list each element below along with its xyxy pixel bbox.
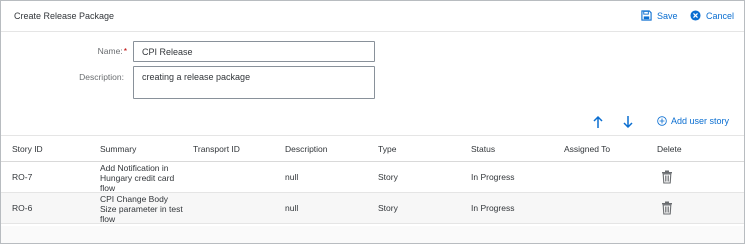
save-button[interactable]: Save xyxy=(641,10,678,21)
column-header-delete: Delete xyxy=(657,144,682,154)
trash-icon[interactable] xyxy=(661,170,673,184)
story-toolbar: Add user story xyxy=(1,111,744,135)
summary-cell: CPI Change Body Size parameter in test f… xyxy=(100,194,183,224)
add-circle-icon xyxy=(657,116,667,126)
summary-cell: Add Notification in Hungary credit card … xyxy=(100,163,175,193)
table-row[interactable]: RO-6 CPI Change Body Size parameter in t… xyxy=(1,193,744,224)
description-cell: null xyxy=(285,172,299,182)
table-row[interactable]: RO-7 Add Notification in Hungary credit … xyxy=(1,162,744,193)
name-field[interactable]: CPI Release xyxy=(133,41,375,62)
add-user-story-label: Add user story xyxy=(671,116,730,126)
arrow-up-icon[interactable] xyxy=(591,114,605,130)
status-cell: In Progress xyxy=(471,203,515,213)
description-cell: null xyxy=(285,203,299,213)
column-header-status: Status xyxy=(471,144,496,154)
save-icon xyxy=(641,10,652,21)
release-package-dialog: Create Release Package Save Cancel Name:… xyxy=(0,0,745,244)
cancel-button[interactable]: Cancel xyxy=(690,10,734,21)
name-label: Name:* xyxy=(61,46,127,56)
dialog-header: Create Release Package Save Cancel xyxy=(1,1,744,32)
dialog-footer xyxy=(1,226,744,243)
column-header-story-id: Story ID xyxy=(12,144,43,154)
description-field-value: creating a release package xyxy=(142,72,251,82)
required-marker: * xyxy=(123,46,127,56)
column-header-transport-id: Transport ID xyxy=(193,144,240,154)
type-cell: Story xyxy=(378,172,398,182)
type-cell: Story xyxy=(378,203,398,213)
arrow-down-icon[interactable] xyxy=(621,114,635,130)
release-form: Name:* CPI Release Description: creating… xyxy=(1,32,744,110)
cancel-label: Cancel xyxy=(706,10,735,21)
column-header-type: Type xyxy=(378,144,397,154)
status-cell: In Progress xyxy=(471,172,515,182)
column-header-summary: Summary xyxy=(100,144,137,154)
table-header: Story ID Summary Transport ID Descriptio… xyxy=(1,135,744,162)
dialog-title: Create Release Package xyxy=(14,11,115,21)
name-label-text: Name: xyxy=(97,46,123,56)
add-user-story-button[interactable]: Add user story xyxy=(657,116,729,126)
save-label: Save xyxy=(657,10,678,21)
story-id-cell: RO-7 xyxy=(12,172,33,182)
story-id-cell: RO-6 xyxy=(12,203,33,213)
column-header-assigned-to: Assigned To xyxy=(564,144,611,154)
cancel-circle-icon xyxy=(690,10,701,21)
user-story-table: Story ID Summary Transport ID Descriptio… xyxy=(1,135,744,224)
description-label: Description: xyxy=(79,72,124,82)
description-field[interactable]: creating a release package xyxy=(133,66,375,99)
column-header-description: Description xyxy=(285,144,328,154)
trash-icon[interactable] xyxy=(661,201,673,215)
name-field-value: CPI Release xyxy=(142,47,193,57)
